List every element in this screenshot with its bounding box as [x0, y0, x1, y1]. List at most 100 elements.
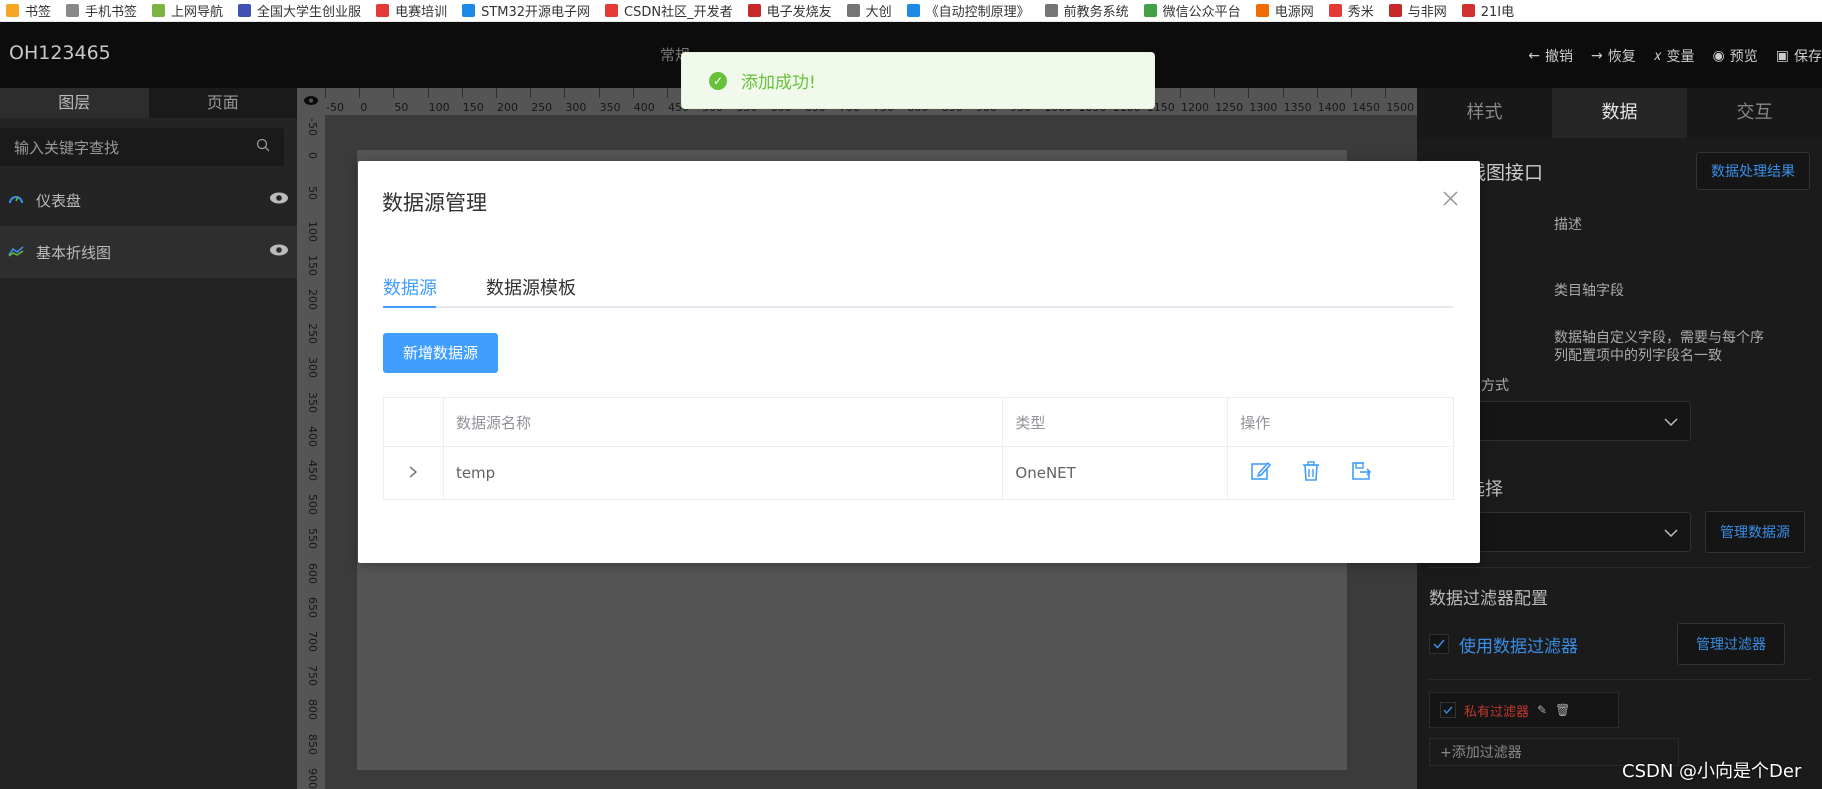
column-header-actions: 操作 — [1240, 413, 1271, 432]
search-icon — [256, 138, 270, 156]
bookmark-item[interactable]: 21I电 — [1456, 0, 1523, 21]
trash-icon[interactable]: 🗑 — [1555, 703, 1570, 717]
undo-button[interactable]: ← 撤销 — [1528, 46, 1573, 66]
arrow-right-icon: → — [1591, 48, 1603, 64]
datasource-table: 数据源名称 类型 操作 temp OneNET — [383, 397, 1454, 500]
bookmark-item[interactable]: CSDN社区_开发者 — [599, 0, 742, 21]
table-header-row: 数据源名称 类型 操作 — [384, 398, 1453, 447]
tab-data[interactable]: 数据 — [1552, 88, 1687, 138]
source-select-label: 选择 — [1467, 479, 1503, 500]
save-button[interactable]: ▣ 保存 — [1776, 46, 1822, 66]
tab-datasource-template[interactable]: 数据源模板 — [486, 272, 576, 306]
use-filter-checkbox[interactable]: 使用数据过滤器 — [1429, 632, 1578, 657]
layer-item-line-chart[interactable]: 基本折线图 — [0, 226, 297, 278]
manage-source-button[interactable]: 管理数据源 — [1705, 511, 1805, 553]
datasource-name-cell: temp — [444, 447, 1004, 499]
bookmark-item[interactable]: 电赛培训 — [370, 0, 456, 21]
arrow-left-icon: ← — [1528, 48, 1540, 64]
column-header-type: 类型 — [1003, 398, 1229, 446]
checkbox-checked-icon — [1429, 634, 1449, 654]
bookmark-favicon-icon — [1143, 4, 1157, 17]
manage-filter-button[interactable]: 管理过滤器 — [1677, 623, 1785, 665]
checkbox-checked-icon — [1440, 702, 1456, 718]
tab-pages[interactable]: 页面 — [149, 88, 298, 118]
bookmark-favicon-icon — [6, 4, 19, 17]
column-header-name: 数据源名称 — [444, 398, 1004, 446]
modal-tabs: 数据源 数据源模板 — [383, 272, 1453, 308]
filter-title: 数据过滤器配置 — [1429, 589, 1548, 609]
edit-icon[interactable]: ✎ — [1537, 703, 1547, 717]
tab-interaction[interactable]: 交互 — [1687, 88, 1822, 138]
bookmark-favicon-icon — [462, 4, 476, 17]
table-row: temp OneNET — [384, 447, 1453, 499]
fetch-mode-label: 定方式 — [1467, 378, 1509, 394]
variable-button[interactable]: 𝑥 变量 — [1654, 46, 1695, 66]
left-tabs: 图层 页面 — [0, 88, 297, 118]
visibility-eye-icon[interactable] — [269, 243, 289, 261]
preview-button[interactable]: ◉ 预览 — [1713, 46, 1758, 66]
right-tabs: 样式 数据 交互 — [1417, 88, 1822, 138]
desc-label: 描述 — [1554, 217, 1582, 233]
export-icon[interactable] — [1350, 460, 1372, 486]
bookmark-favicon-icon — [1388, 4, 1402, 17]
bookmarks-bar: 书签 手机书签 上网导航 全国大学生创业服 电赛培训 STM32开源电子网 CSDN社区_开… — [0, 0, 1822, 22]
bookmark-favicon-icon — [1328, 4, 1342, 17]
modal-title: 数据源管理 — [382, 191, 487, 215]
bookmark-item[interactable]: 全国大学生创业服 — [232, 0, 370, 21]
private-filter-item[interactable]: 私有过滤器 ✎ 🗑 — [1429, 692, 1619, 728]
save-icon: ▣ — [1775, 48, 1789, 64]
line-chart-icon — [8, 243, 24, 261]
bookmark-item[interactable]: 与非网 — [1383, 0, 1456, 21]
bookmark-item[interactable]: 手机书签 — [60, 0, 146, 21]
bookmark-favicon-icon — [747, 4, 761, 17]
bookmark-item[interactable]: 上网导航 — [146, 0, 232, 21]
bookmark-item[interactable]: 电源网 — [1250, 0, 1323, 21]
layer-item-gauge[interactable]: 仪表盘 — [0, 174, 297, 226]
bookmark-favicon-icon — [1461, 4, 1475, 17]
bookmark-item[interactable]: 电子发烧友 — [742, 0, 841, 21]
bookmark-item[interactable]: 前教务系统 — [1039, 0, 1138, 21]
process-result-button[interactable]: 数据处理结果 — [1696, 152, 1810, 190]
tab-style[interactable]: 样式 — [1417, 88, 1552, 138]
bookmark-item[interactable]: 秀米 — [1323, 0, 1383, 21]
datasource-modal: 数据源管理 数据源 数据源模板 新增数据源 数据源名称 类型 操作 temp O… — [358, 161, 1480, 563]
bookmark-favicon-icon — [376, 4, 390, 17]
project-name: OH123465 — [9, 42, 111, 64]
top-actions: ← 撤销 → 恢复 𝑥 变量 ◉ 预览 ▣ 保存 — [1528, 46, 1822, 66]
check-circle-icon: ✓ — [709, 71, 727, 90]
delete-icon[interactable] — [1300, 460, 1322, 486]
toast-message: 添加成功! — [741, 73, 816, 93]
bookmark-favicon-icon — [906, 4, 920, 17]
value-field-desc: 数据轴自定义字段，需要与每个序列配置项中的列字段名一致 — [1554, 330, 1764, 364]
add-datasource-button[interactable]: 新增数据源 — [383, 333, 498, 373]
bookmark-favicon-icon — [1044, 4, 1058, 17]
chevron-down-icon — [1664, 412, 1678, 430]
redo-button[interactable]: → 恢复 — [1591, 46, 1636, 66]
variable-icon: 𝑥 — [1653, 48, 1662, 64]
bookmark-favicon-icon — [1255, 4, 1269, 17]
tab-datasource[interactable]: 数据源 — [383, 272, 437, 306]
success-toast: ✓ 添加成功! — [681, 52, 1155, 109]
bookmark-item[interactable]: STM32开源电子网 — [456, 0, 599, 21]
bookmark-favicon-icon — [605, 4, 619, 17]
bookmark-item[interactable]: 大创 — [841, 0, 901, 21]
visibility-eye-icon[interactable] — [269, 191, 289, 209]
watermark: CSDN @小向是个Der — [1622, 761, 1802, 782]
left-panel: 图层 页面 输入关键字查找 仪表盘 基本折线图 — [0, 88, 297, 789]
gauge-icon — [8, 191, 24, 209]
tab-layers[interactable]: 图层 — [0, 88, 149, 118]
bookmark-item[interactable]: 书签 — [0, 0, 60, 21]
chevron-right-icon — [409, 464, 418, 482]
bookmark-favicon-icon — [152, 4, 166, 17]
close-icon[interactable] — [1443, 187, 1458, 212]
edit-icon[interactable] — [1250, 460, 1272, 486]
bookmark-favicon-icon — [238, 4, 252, 17]
chevron-down-icon — [1664, 523, 1678, 541]
bookmark-item[interactable]: 《自动控制原理》 — [901, 0, 1039, 21]
eye-icon: ◉ — [1712, 48, 1725, 64]
active-tab-indicator — [383, 306, 436, 308]
bookmark-item[interactable]: 微信公众平台 — [1138, 0, 1250, 21]
expand-row-button[interactable] — [384, 447, 444, 499]
layer-search-input[interactable]: 输入关键字查找 — [0, 128, 284, 166]
category-field-label: 类目轴字段 — [1554, 283, 1624, 299]
